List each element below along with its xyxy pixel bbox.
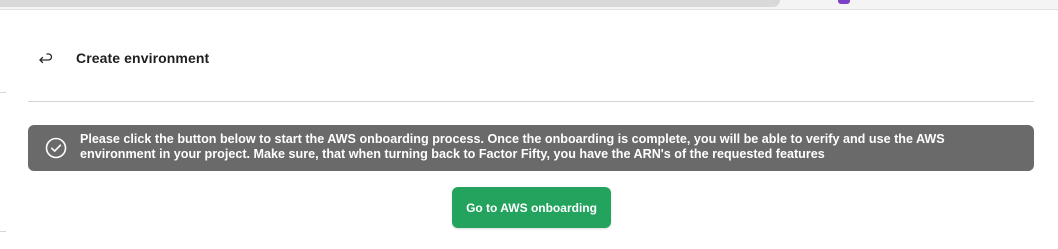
page-title: Create environment: [76, 50, 210, 66]
info-banner: Please click the button below to start t…: [28, 125, 1034, 171]
browser-scrollbar: [0, 0, 780, 7]
go-to-aws-onboarding-button[interactable]: Go to AWS onboarding: [452, 187, 611, 228]
left-edge-rule: [0, 92, 6, 93]
chrome-divider: [0, 9, 1058, 10]
browser-chrome-strip: [0, 0, 1058, 10]
browser-extension-badge: [838, 0, 850, 4]
info-message: Please click the button below to start t…: [80, 132, 945, 161]
page-header: Create environment: [36, 44, 209, 72]
check-circle-icon: [45, 137, 67, 159]
header-divider: [28, 101, 1034, 102]
return-arrow-icon[interactable]: [36, 49, 54, 67]
left-edge-rule: [0, 231, 6, 232]
